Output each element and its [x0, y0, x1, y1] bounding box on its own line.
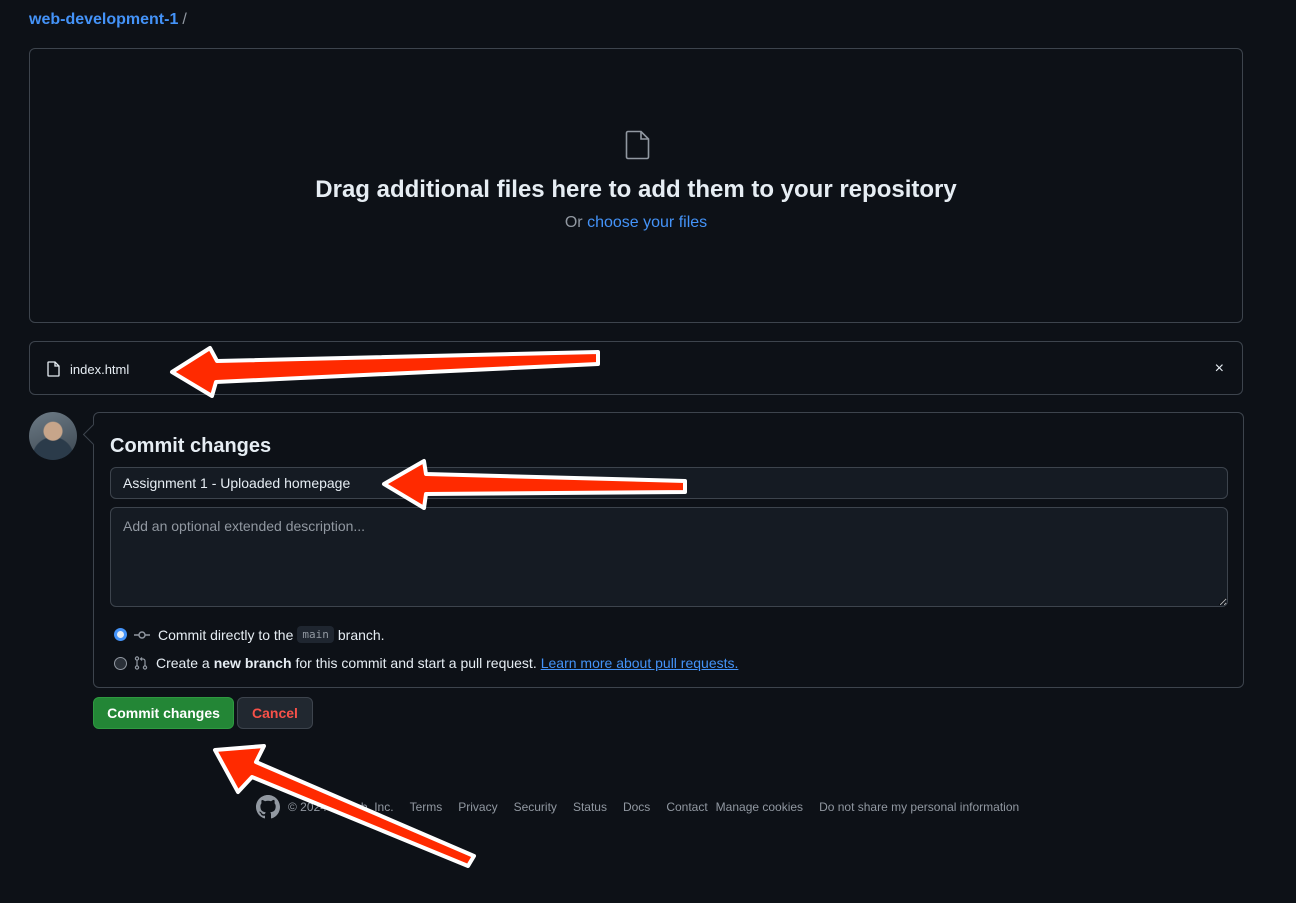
option-new-suffix: for this commit and start a pull request… — [295, 655, 537, 671]
radio-new-branch[interactable] — [114, 656, 127, 670]
avatar — [29, 412, 77, 460]
file-dropzone[interactable]: Drag additional files here to add them t… — [29, 48, 1243, 323]
footer-link-privacy[interactable]: Privacy — [458, 800, 497, 814]
footer-link-status[interactable]: Status — [573, 800, 607, 814]
footer-link-docs[interactable]: Docs — [623, 800, 650, 814]
commit-description-input[interactable] — [110, 507, 1228, 607]
option-direct-prefix: Commit directly to the — [158, 626, 294, 643]
dropzone-headline: Drag additional files here to add them t… — [315, 176, 957, 203]
github-logo-icon[interactable] — [256, 795, 280, 819]
breadcrumb-separator: / — [182, 11, 187, 28]
close-icon[interactable]: × — [1215, 361, 1224, 377]
uploaded-file-row: index.html × — [29, 341, 1243, 395]
footer-link-contact[interactable]: Contact — [666, 800, 707, 814]
footer-link-terms[interactable]: Terms — [410, 800, 443, 814]
commit-title: Commit changes — [110, 435, 272, 457]
repo-link[interactable]: web-development-1 — [29, 11, 178, 28]
pull-request-icon — [134, 656, 148, 670]
option-new-branch[interactable]: Create a new branch for this commit and … — [114, 655, 738, 671]
file-icon — [47, 361, 60, 380]
commit-changes-button[interactable]: Commit changes — [93, 697, 234, 729]
uploaded-file-name: index.html — [70, 362, 130, 377]
commit-summary-input[interactable] — [110, 467, 1228, 499]
branch-name: main — [297, 626, 334, 643]
cancel-button[interactable]: Cancel — [237, 697, 313, 729]
file-icon — [625, 130, 651, 163]
footer: © 2024 GitHub, Inc. Terms Privacy Securi… — [256, 795, 1035, 819]
option-direct-suffix: branch. — [337, 626, 385, 643]
choose-files-link[interactable]: choose your files — [587, 214, 707, 231]
footer-copyright: © 2024 GitHub, Inc. — [288, 800, 394, 814]
footer-link-manage-cookies[interactable]: Manage cookies — [716, 800, 803, 814]
footer-link-do-not-share[interactable]: Do not share my personal information — [819, 800, 1019, 814]
footer-link-security[interactable]: Security — [514, 800, 557, 814]
commit-form: Commit changes Commit directly to the ma… — [93, 412, 1244, 688]
commit-icon — [134, 629, 150, 641]
learn-more-pr-link[interactable]: Learn more about pull requests. — [541, 655, 739, 671]
dropzone-or-text: Or — [564, 214, 583, 231]
breadcrumb: web-development-1/ — [29, 11, 187, 29]
option-commit-direct[interactable]: Commit directly to the main branch. — [114, 626, 385, 643]
dropzone-subtext: Or choose your files — [30, 214, 1242, 232]
option-new-prefix: Create a — [156, 655, 210, 671]
radio-commit-direct[interactable] — [114, 628, 127, 641]
option-new-bold: new branch — [213, 655, 292, 671]
